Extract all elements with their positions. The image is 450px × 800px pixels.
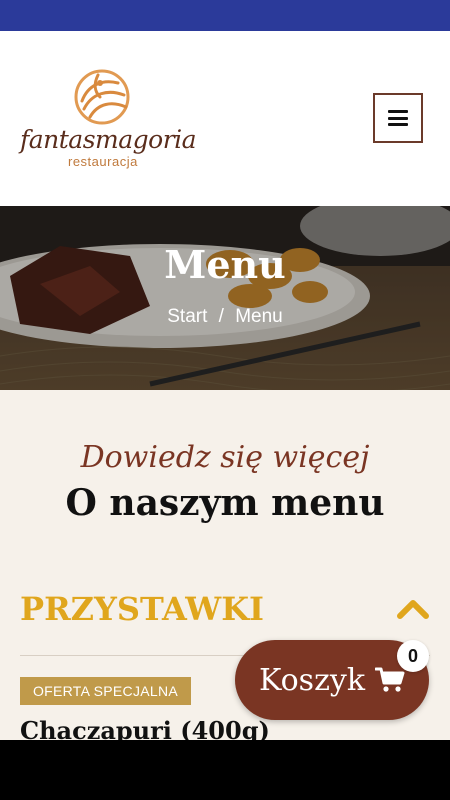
brand-name: fantasmagoria: [20, 125, 197, 154]
site-header: fantasmagoria restauracja: [0, 31, 450, 206]
category-heading[interactable]: PRZYSTAWKI: [20, 590, 264, 628]
breadcrumb-home-link[interactable]: Start: [167, 306, 207, 327]
brand-subtitle: restauracja: [68, 154, 138, 169]
cart-icon: [375, 667, 405, 692]
page-hero: Menu Start / Menu: [0, 206, 450, 390]
brand-logo[interactable]: fantasmagoria restauracja: [18, 67, 197, 172]
breadcrumb-current: Menu: [235, 306, 283, 327]
status-bar: [0, 0, 450, 31]
chevron-up-icon[interactable]: [396, 596, 430, 620]
food-photo-background: [0, 206, 450, 390]
breadcrumb: Start / Menu: [0, 306, 450, 328]
hamburger-icon: [388, 110, 408, 126]
page-title: Menu: [164, 242, 286, 287]
section-title: O naszym menu: [65, 482, 385, 524]
cart-count-badge: 0: [397, 640, 429, 672]
menu-item-name[interactable]: Chaczapuri (400g): [20, 716, 270, 740]
section-kicker: Dowiedz się więcej: [80, 440, 370, 475]
cart-label: Koszyk: [259, 662, 365, 698]
menu-toggle-button[interactable]: [373, 93, 423, 143]
phoenix-emblem-icon: [74, 69, 130, 125]
special-offer-badge: OFERTA SPECJALNA: [20, 677, 191, 705]
breadcrumb-separator: /: [218, 306, 224, 327]
system-navigation-bar: [0, 740, 450, 800]
